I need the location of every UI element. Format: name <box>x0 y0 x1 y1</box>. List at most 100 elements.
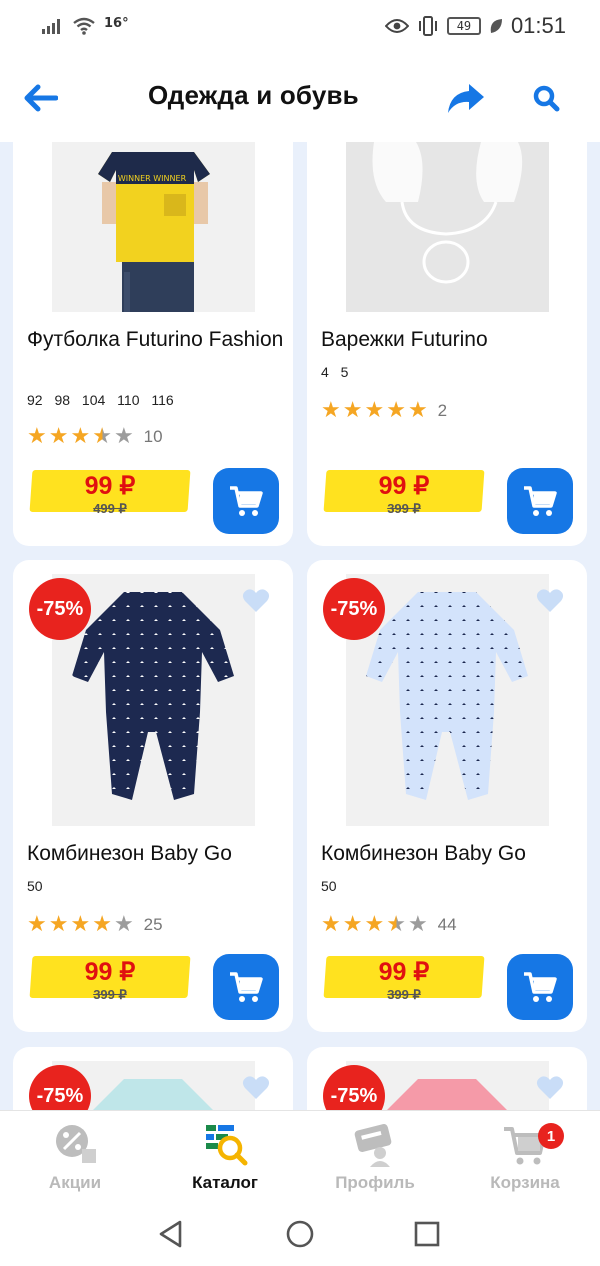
temperature: 16° <box>104 15 129 31</box>
circle-home-icon <box>286 1220 314 1248</box>
system-back-button[interactable] <box>151 1214 191 1254</box>
star-icon: ★ <box>386 398 406 423</box>
star-icon: ★ <box>70 424 91 449</box>
cart-count-badge: 1 <box>538 1123 564 1149</box>
product-image: WINNER WINNER <box>52 142 255 312</box>
share-arrow-icon <box>448 84 484 113</box>
heart-icon <box>242 589 270 612</box>
heart-icon <box>536 589 564 612</box>
star-empty-icon: ★ <box>407 912 428 937</box>
system-recents-button[interactable] <box>407 1214 447 1254</box>
nav-item-catalog[interactable]: Каталог <box>150 1111 300 1201</box>
product-sizes: 4 5 <box>321 364 349 380</box>
nav-item-profile[interactable]: Профиль <box>300 1111 450 1201</box>
app-header: Одежда и обувь <box>0 52 600 142</box>
vibrate-icon <box>418 16 437 36</box>
product-sizes: 92 98 104 110 116 <box>27 392 174 408</box>
product-price: 99 ₽ <box>84 472 136 500</box>
star-icon: ★ <box>48 912 69 937</box>
nav-item-promotions[interactable]: Акции <box>0 1111 150 1201</box>
square-recents-icon <box>414 1221 440 1247</box>
star-icon: ★ <box>92 912 112 937</box>
svg-text:WINNER WINNER: WINNER WINNER <box>118 174 187 183</box>
product-rating: ★ ★ ★ ★ ★ 2 <box>321 400 447 422</box>
battery-level: 49 <box>446 17 481 35</box>
nav-label: Профиль <box>335 1173 415 1192</box>
product-sizes: 50 <box>27 878 43 894</box>
favorite-button[interactable] <box>241 586 271 616</box>
add-to-cart-button[interactable] <box>213 954 279 1020</box>
product-name[interactable]: Футболка Futurino Fashion <box>27 326 287 353</box>
add-to-cart-button[interactable] <box>507 468 573 534</box>
nav-label: Корзина <box>490 1173 560 1192</box>
heart-icon <box>536 1076 564 1099</box>
profile-card-icon <box>354 1124 392 1167</box>
add-to-cart-button[interactable] <box>507 954 573 1020</box>
share-button[interactable] <box>444 76 488 120</box>
star-icon: ★ <box>321 912 341 937</box>
star-icon: ★ <box>364 912 385 937</box>
product-card[interactable]: -75% Комбинезон Baby Go 50 ★ ★ ★ ★ ★ 25 … <box>13 560 293 1032</box>
system-nav-bar <box>0 1200 600 1266</box>
star-icon: ★ <box>70 912 91 937</box>
status-bar: 16° 49 01:51 <box>0 0 600 52</box>
star-icon: ★ <box>27 424 47 449</box>
star-icon: ★ <box>342 398 363 423</box>
star-empty-icon: ★ <box>113 424 134 449</box>
eye-icon <box>384 19 409 33</box>
wifi-icon <box>73 17 95 35</box>
product-name[interactable]: Варежки Futurino <box>321 326 581 353</box>
percent-tag-icon <box>56 1125 96 1163</box>
signal-icon <box>42 19 60 34</box>
nav-label: Каталог <box>192 1173 258 1192</box>
triangle-back-icon <box>159 1220 182 1248</box>
discount-badge: -75% <box>323 578 385 640</box>
star-icon: ★ <box>321 398 341 423</box>
product-card[interactable]: WINNER WINNER Футболка Futurino Fashion … <box>13 142 293 546</box>
product-price: 99 ₽ <box>84 958 136 986</box>
product-card[interactable]: Варежки Futurino 4 5 ★ ★ ★ ★ ★ 2 99 ₽ 39… <box>307 142 587 546</box>
discount-badge: -75% <box>29 578 91 640</box>
favorite-button[interactable] <box>535 1073 565 1103</box>
nav-item-cart[interactable]: 1 Корзина <box>450 1111 600 1201</box>
product-old-price: 399 ₽ <box>93 987 127 1002</box>
product-name[interactable]: Комбинезон Baby Go <box>27 840 287 867</box>
back-button[interactable] <box>18 76 62 120</box>
product-card[interactable]: -75% <box>13 1047 293 1110</box>
product-old-price: 399 ₽ <box>387 501 421 516</box>
favorite-button[interactable] <box>241 1073 271 1103</box>
star-icon: ★ <box>27 912 47 937</box>
mittens-image <box>346 142 549 312</box>
status-right: 49 01:51 <box>384 13 566 39</box>
product-grid: WINNER WINNER Футболка Futurino Fashion … <box>0 142 600 1110</box>
product-card[interactable]: -75% <box>307 1047 587 1110</box>
product-rating: ★ ★ ★ ★ ★ 25 <box>27 914 163 936</box>
star-icon: ★ <box>48 424 69 449</box>
review-count: 25 <box>143 915 163 934</box>
product-rating: ★ ★ ★ ★ ★ 10 <box>27 426 163 448</box>
product-rating: ★ ★ ★ ★ ★ 44 <box>321 914 457 936</box>
add-to-cart-button[interactable] <box>213 468 279 534</box>
catalog-search-icon <box>206 1125 248 1166</box>
product-sizes: 50 <box>321 878 337 894</box>
cart-icon <box>230 972 263 1002</box>
star-half-icon: ★ <box>386 912 406 937</box>
star-half-icon: ★ <box>92 424 112 449</box>
product-card[interactable]: -75% Комбинезон Baby Go 50 ★ ★ ★ ★ ★ 44 … <box>307 560 587 1032</box>
review-count: 2 <box>437 401 448 420</box>
search-icon <box>533 85 560 112</box>
product-price: 99 ₽ <box>378 472 430 500</box>
product-image <box>346 142 549 312</box>
leaf-icon <box>490 19 502 33</box>
review-count: 10 <box>143 427 163 446</box>
system-home-button[interactable] <box>280 1214 320 1254</box>
product-name[interactable]: Комбинезон Baby Go <box>321 840 581 867</box>
cart-icon <box>230 486 263 516</box>
cart-icon <box>524 972 557 1002</box>
favorite-button[interactable] <box>535 586 565 616</box>
search-button[interactable] <box>524 76 568 120</box>
nav-label: Акции <box>48 1173 102 1192</box>
arrow-left-icon <box>24 84 58 112</box>
cart-icon <box>524 486 557 516</box>
star-empty-icon: ★ <box>113 912 134 937</box>
